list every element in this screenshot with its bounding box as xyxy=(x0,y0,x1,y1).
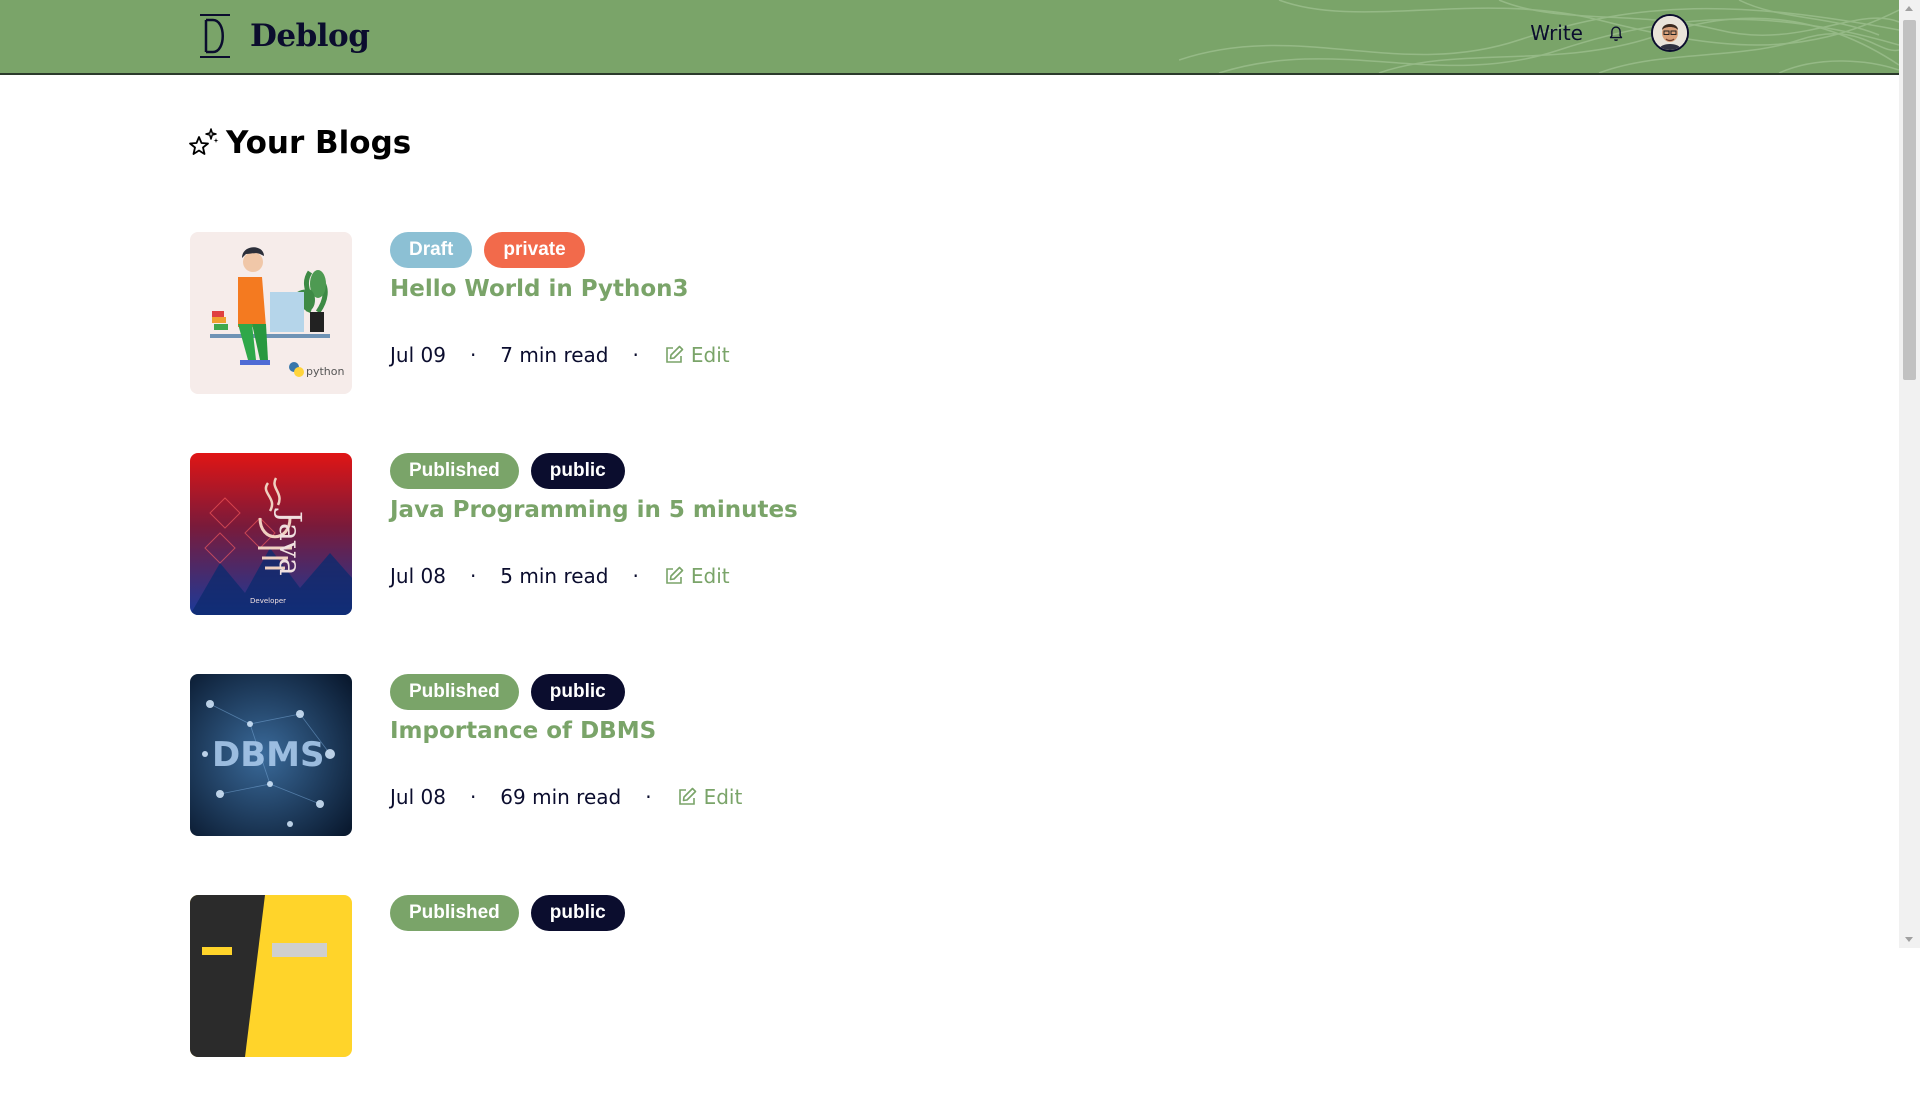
blog-meta: Jul 09 · 7 min read · Edit xyxy=(390,343,730,367)
blog-info: Published public Java Programming in 5 m… xyxy=(390,453,798,588)
visibility-badge: public xyxy=(530,453,625,489)
brand-logo[interactable]: Deblog xyxy=(198,12,370,60)
status-badge: Published xyxy=(390,895,519,931)
blog-badges: Published public xyxy=(390,674,742,710)
visibility-badge: private xyxy=(484,232,585,268)
blog-item: Java Developer Published public Java Pro… xyxy=(190,453,1290,615)
blog-date: Jul 09 xyxy=(390,343,446,367)
status-badge: Published xyxy=(390,453,519,489)
edit-label: Edit xyxy=(690,564,730,588)
blog-item: python Draft private Hello World in Pyth… xyxy=(190,232,1290,394)
svg-text:python: python xyxy=(306,365,345,378)
avatar-face-icon xyxy=(1653,16,1687,50)
blog-title[interactable]: Hello World in Python3 xyxy=(390,276,730,302)
meta-separator: · xyxy=(632,343,639,367)
read-time: 5 min read xyxy=(500,564,609,588)
bell-icon[interactable] xyxy=(1605,22,1627,44)
dbms-network-image: DBMS xyxy=(190,674,352,836)
page-title: Your Blogs xyxy=(226,125,412,161)
python-illustration: python xyxy=(190,232,352,394)
scroll-thumb[interactable] xyxy=(1903,20,1916,380)
scroll-up-icon[interactable] xyxy=(1905,6,1913,11)
blog-list: python Draft private Hello World in Pyth… xyxy=(190,232,1290,1116)
page-heading: Your Blogs xyxy=(188,125,411,161)
edit-button[interactable]: Edit xyxy=(663,343,730,367)
brand-name: Deblog xyxy=(250,18,370,54)
write-link[interactable]: Write xyxy=(1530,21,1583,45)
java-logo-image: Java Developer xyxy=(190,453,352,615)
svg-text:Developer: Developer xyxy=(250,597,286,605)
meta-separator: · xyxy=(645,785,652,809)
edit-icon xyxy=(666,345,684,363)
user-avatar[interactable] xyxy=(1651,14,1689,52)
status-badge: Draft xyxy=(390,232,473,268)
blog-thumbnail[interactable]: DBMS xyxy=(190,674,352,836)
read-time: 7 min read xyxy=(500,343,609,367)
visibility-badge: public xyxy=(530,674,625,710)
blog-date: Jul 08 xyxy=(390,785,446,809)
edit-icon xyxy=(678,787,696,805)
blog-title[interactable]: Java Programming in 5 minutes xyxy=(390,497,798,523)
scroll-down-icon[interactable] xyxy=(1905,937,1913,942)
blog-meta: Jul 08 · 5 min read · Edit xyxy=(390,564,798,588)
top-navbar: Deblog Write xyxy=(0,0,1899,75)
blog-badges: Published public xyxy=(390,895,625,931)
meta-separator: · xyxy=(469,785,477,809)
meta-separator: · xyxy=(469,564,477,588)
edit-icon xyxy=(666,566,684,584)
edit-button[interactable]: Edit xyxy=(676,785,743,809)
edit-label: Edit xyxy=(703,785,743,809)
read-time: 69 min read xyxy=(500,785,622,809)
blog-item: DBMS Published public Importance of DBMS… xyxy=(190,674,1290,836)
yellow-dark-image xyxy=(190,895,352,1057)
meta-separator: · xyxy=(469,343,477,367)
blog-info: Published public Importance of DBMS Jul … xyxy=(390,674,742,809)
blog-info: Draft private Hello World in Python3 Jul… xyxy=(390,232,730,367)
blog-info: Published public xyxy=(390,895,625,939)
meta-separator: · xyxy=(632,564,639,588)
blog-thumbnail[interactable]: python xyxy=(190,232,352,394)
blog-thumbnail[interactable] xyxy=(190,895,352,1057)
sparkle-icon xyxy=(189,128,219,155)
status-badge: Published xyxy=(390,674,519,710)
navbar-actions: Write xyxy=(1530,14,1689,52)
blog-badges: Draft private xyxy=(390,232,730,268)
blog-badges: Published public xyxy=(390,453,798,489)
blog-date: Jul 08 xyxy=(390,564,446,588)
svg-text:Java: Java xyxy=(272,508,307,576)
page-scrollbar[interactable] xyxy=(1899,0,1920,948)
svg-text:DBMS: DBMS xyxy=(212,735,324,775)
visibility-badge: public xyxy=(530,895,625,931)
edit-button[interactable]: Edit xyxy=(663,564,730,588)
deblog-logo-icon xyxy=(200,14,230,58)
blog-meta: Jul 08 · 69 min read · Edit xyxy=(390,785,742,809)
blog-thumbnail[interactable]: Java Developer xyxy=(190,453,352,615)
edit-label: Edit xyxy=(690,343,730,367)
blog-item: Published public xyxy=(190,895,1290,1057)
blog-title[interactable]: Importance of DBMS xyxy=(390,718,742,744)
